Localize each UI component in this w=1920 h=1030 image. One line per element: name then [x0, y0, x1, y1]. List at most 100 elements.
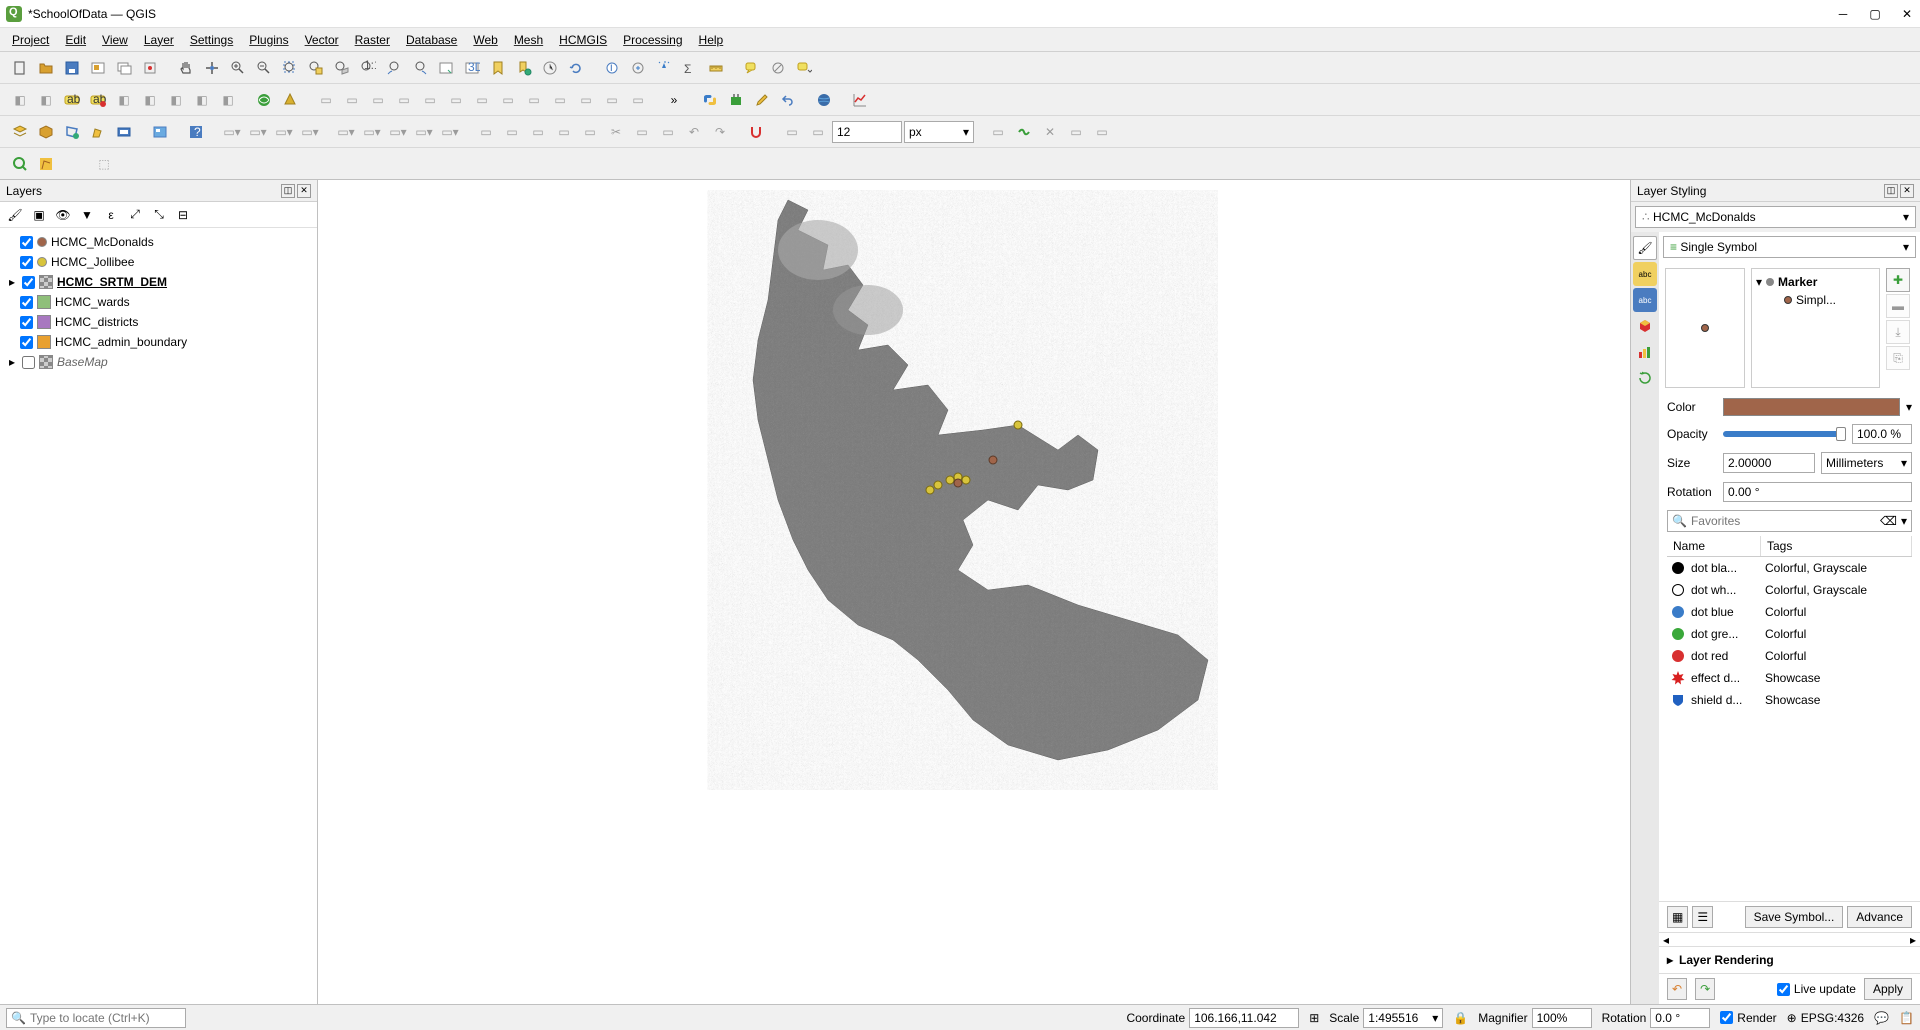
zoom-native-icon[interactable]: 1:1 [356, 56, 380, 80]
zoom-next-icon[interactable] [408, 56, 432, 80]
snap-size-input[interactable]: 12 [832, 121, 902, 143]
fav-row-shield[interactable]: shield d...Showcase [1667, 689, 1912, 711]
rotation-input[interactable] [1723, 482, 1912, 502]
menu-view[interactable]: View [94, 31, 136, 49]
layer-item-admin[interactable]: HCMC_admin_boundary [6, 332, 311, 352]
save-project-icon[interactable] [60, 56, 84, 80]
layer-checkbox[interactable] [20, 296, 33, 309]
new-map-view-icon[interactable] [434, 56, 458, 80]
fav-row-red[interactable]: dot redColorful [1667, 645, 1912, 667]
new-print-layout-icon[interactable] [86, 56, 110, 80]
layer-expression-icon[interactable]: ε [102, 206, 120, 224]
layer-item-districts[interactable]: HCMC_districts [6, 312, 311, 332]
measure-icon[interactable] [704, 56, 728, 80]
magnifier-input[interactable]: 100% [1532, 1008, 1592, 1028]
layer-filter-icon[interactable]: ▼ [78, 206, 96, 224]
map-canvas[interactable] [318, 180, 1630, 1004]
crs-field[interactable]: ⊕ EPSG:4326 [1787, 1011, 1864, 1025]
new-project-icon[interactable] [8, 56, 32, 80]
layer-name[interactable]: HCMC_admin_boundary [55, 335, 187, 349]
symbology-tab-icon[interactable]: 🖌 [1633, 236, 1657, 260]
fav-row-white[interactable]: dot wh...Colorful, Grayscale [1667, 579, 1912, 601]
layer-item-jollibee[interactable]: HCMC_Jollibee [6, 252, 311, 272]
list-view-icon[interactable]: ☰ [1692, 906, 1713, 928]
minimize-button[interactable]: ─ [1836, 7, 1850, 21]
menu-web[interactable]: Web [465, 31, 505, 49]
maptips-icon[interactable] [652, 56, 676, 80]
fav-row-blue[interactable]: dot blueColorful [1667, 601, 1912, 623]
grid-view-icon[interactable]: ▦ [1667, 906, 1688, 928]
menu-mesh[interactable]: Mesh [506, 31, 551, 49]
hscroll[interactable]: ◂▸ [1659, 932, 1920, 946]
undo-dropdown-icon[interactable] [776, 88, 800, 112]
layer-expand-icon[interactable]: ⤢ [126, 206, 144, 224]
save-symbol-button[interactable]: Save Symbol... [1745, 906, 1844, 928]
coordinate-input[interactable]: 106.166,11.042 [1189, 1008, 1299, 1028]
layer-item-wards[interactable]: HCMC_wards [6, 292, 311, 312]
close-button[interactable]: ✕ [1900, 7, 1914, 21]
size-unit-select[interactable]: Millimeters▾ [1821, 452, 1912, 474]
quickosm-query-icon[interactable] [34, 152, 58, 176]
fav-row-black[interactable]: dot bla...Colorful, Grayscale [1667, 557, 1912, 579]
zoom-full-icon[interactable] [278, 56, 302, 80]
messages-icon[interactable]: 💬 [1874, 1011, 1889, 1025]
history-tab-icon[interactable] [1633, 366, 1657, 390]
layer-checkbox[interactable] [20, 236, 33, 249]
layer-checkbox[interactable] [22, 356, 35, 369]
menu-raster[interactable]: Raster [347, 31, 398, 49]
statistics-icon[interactable]: Σ [678, 56, 702, 80]
pan-icon[interactable] [174, 56, 198, 80]
fav-row-effect[interactable]: effect d...Showcase [1667, 667, 1912, 689]
crs-label[interactable]: EPSG:4326 [1801, 1011, 1864, 1025]
zoom-in-icon[interactable] [226, 56, 250, 80]
size-input[interactable] [1723, 453, 1815, 473]
advance-button[interactable]: Advance [1847, 906, 1912, 928]
new-memory-icon[interactable] [148, 120, 172, 144]
diagrams-tab-icon[interactable] [1633, 340, 1657, 364]
opacity-input[interactable] [1852, 424, 1912, 444]
layer-name[interactable]: HCMC_McDonalds [51, 235, 154, 249]
layer-name[interactable]: HCMC_Jollibee [51, 255, 134, 269]
symbol-layer-tree[interactable]: ▾ Marker Simpl... [1751, 268, 1880, 388]
layer-collapse-icon[interactable]: ⤡ [150, 206, 168, 224]
python-console-icon[interactable] [698, 88, 722, 112]
menu-edit[interactable]: Edit [57, 31, 94, 49]
color-dropdown-icon[interactable]: ▾ [1906, 400, 1912, 414]
new-shapefile-icon[interactable] [60, 120, 84, 144]
layer-rendering-section[interactable]: ▸ Layer Rendering [1659, 946, 1920, 973]
expand-icon[interactable]: ▸ [6, 355, 18, 369]
extents-icon[interactable]: ⊞ [1309, 1011, 1319, 1025]
duplicate-symbol-layer-icon[interactable]: ⎘ [1886, 346, 1910, 370]
layer-checkbox[interactable] [20, 256, 33, 269]
layout-manager-icon[interactable] [112, 56, 136, 80]
layer-item-mcdonalds[interactable]: HCMC_McDonalds [6, 232, 311, 252]
action-icon[interactable] [626, 56, 650, 80]
edit-pencil-icon[interactable] [750, 88, 774, 112]
masks-tab-icon[interactable]: abc [1633, 288, 1657, 312]
opacity-slider[interactable] [1723, 431, 1846, 437]
layer-visibility-icon[interactable]: 👁 [54, 206, 72, 224]
menu-vector[interactable]: Vector [297, 31, 347, 49]
new-bookmark-icon[interactable] [486, 56, 510, 80]
lock-scale-icon[interactable]: 🔒 [1453, 1011, 1468, 1025]
layer-name[interactable]: HCMC_wards [55, 295, 130, 309]
menu-processing[interactable]: Processing [615, 31, 690, 49]
add-symbol-layer-icon[interactable]: ✚ [1886, 268, 1910, 292]
undo-style-icon[interactable]: ↶ [1667, 978, 1687, 1000]
zoom-to-layer-icon[interactable] [330, 56, 354, 80]
zoom-to-selection-icon[interactable] [304, 56, 328, 80]
menu-database[interactable]: Database [398, 31, 465, 49]
favorites-search[interactable]: 🔍 ⌫ ▾ [1667, 510, 1912, 532]
color-picker[interactable] [1723, 398, 1900, 416]
label-abc-icon[interactable]: abc [60, 88, 84, 112]
maximize-button[interactable]: ▢ [1868, 7, 1882, 21]
menu-help[interactable]: Help [691, 31, 732, 49]
redo-style-icon[interactable]: ↷ [1695, 978, 1715, 1000]
layer-add-group-icon[interactable]: ▣ [30, 206, 48, 224]
menu-hcmgis[interactable]: HCMGIS [551, 31, 615, 49]
layer-name[interactable]: BaseMap [57, 355, 108, 369]
menu-project[interactable]: Project [4, 31, 57, 49]
layer-remove-icon[interactable]: ⊟ [174, 206, 192, 224]
layer-name[interactable]: HCMC_SRTM_DEM [57, 275, 167, 289]
col-tags[interactable]: Tags [1761, 536, 1912, 556]
